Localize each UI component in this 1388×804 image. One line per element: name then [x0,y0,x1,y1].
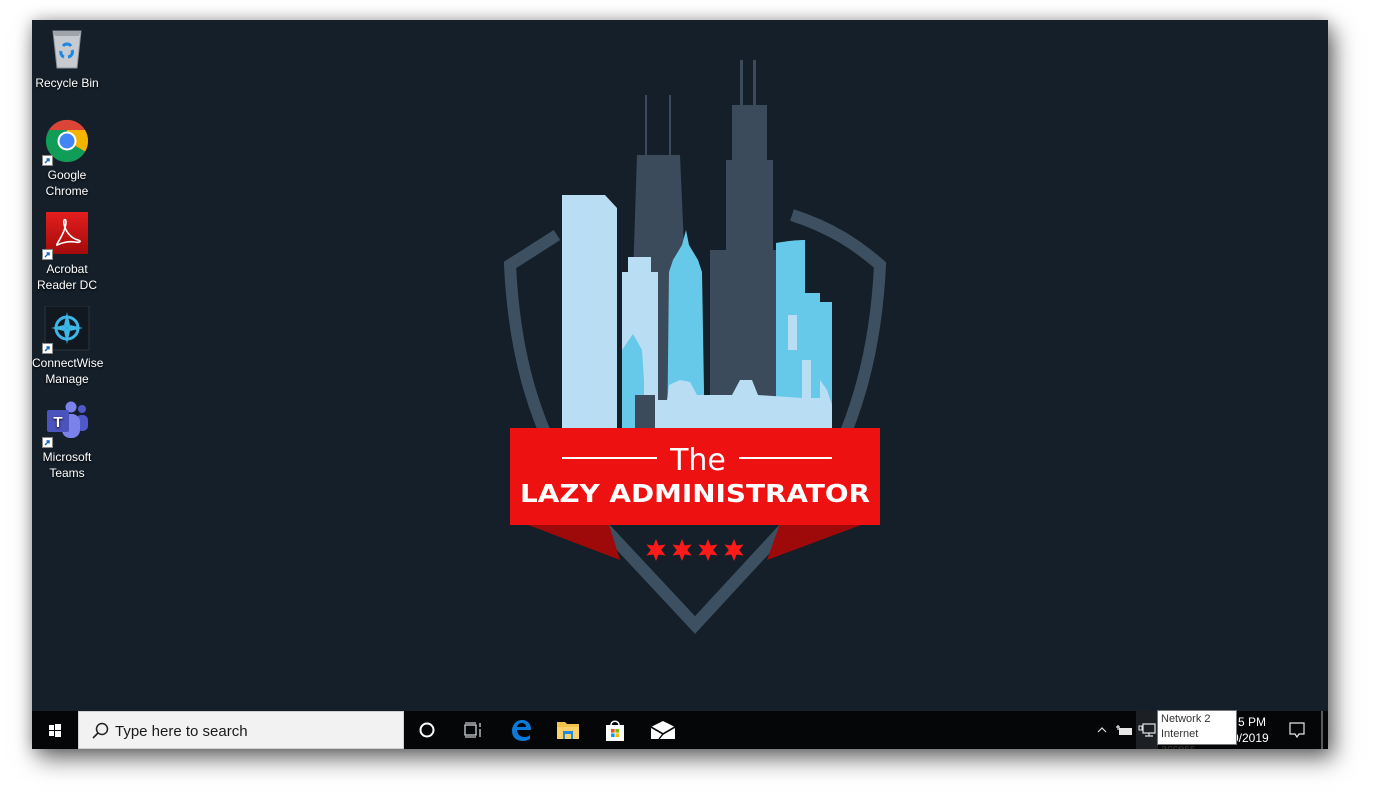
store-button[interactable] [592,711,638,749]
shortcut-arrow-icon [42,155,53,166]
shortcut-arrow-icon [42,343,53,354]
icon-label: Manage [45,372,89,386]
recycle-bin-icon [44,26,90,72]
task-view-icon [464,722,481,738]
icon-label: Recycle Bin [35,76,99,90]
shield-bottom [592,515,797,634]
acrobat-icon [42,212,90,260]
network-tooltip: Network 2 Internet access [1157,710,1237,749]
teams-icon: T [42,400,90,448]
task-view-button[interactable] [450,711,496,749]
icon-label: Teams [49,466,85,480]
taskbar: 5 PM 0/2019 [32,711,1328,749]
star-icon [672,539,692,561]
taskbar-search-box[interactable] [78,711,404,749]
icon-label: Acrobat [46,262,88,276]
edge-button[interactable] [498,711,544,749]
star-icon [698,539,718,561]
desktop-icon-recycle-bin[interactable]: Recycle Bin [32,26,102,91]
chrome-icon [42,118,90,166]
chicago-stars [646,539,744,561]
edge-icon [512,720,531,741]
clock-time: 5 PM [1238,715,1267,729]
star-icon [724,539,744,561]
start-button[interactable] [32,711,78,749]
star-icon [646,539,666,561]
tooltip-line-1: Network 2 [1161,713,1211,725]
icon-label: Reader DC [36,278,98,292]
windows-logo-icon [49,724,61,737]
chevron-up-icon [1097,727,1107,733]
search-input[interactable] [115,720,395,742]
store-icon [606,720,624,741]
power-tray-button[interactable] [1113,711,1135,749]
mail-icon [650,721,676,740]
desktop-icon-connectwise-manage[interactable]: ConnectWise Manage [32,305,104,387]
show-desktop-button[interactable] [1321,711,1323,749]
cortana-button[interactable] [404,711,450,749]
search-icon [92,722,109,739]
taskbar-clock[interactable]: 5 PM 0/2019 [1232,714,1269,746]
connectwise-icon [42,305,90,354]
icon-label: Chrome [45,184,89,198]
battery-plug-icon [1116,725,1132,735]
icon-label: Google [47,168,87,182]
circle-icon [419,722,435,738]
folder-icon [557,722,579,739]
left-light-tower [562,195,617,450]
clock-date: 0/2019 [1232,731,1269,745]
notification-icon [1289,722,1305,739]
tooltip-line-2: Internet access [1161,728,1199,749]
network-tray-button[interactable] [1136,711,1158,749]
wallpaper-logo: The LAZY ADMINISTRATOR [503,60,887,634]
mail-button[interactable] [640,711,686,749]
desktop-icon-google-chrome[interactable]: Google Chrome [32,118,102,199]
icon-label: Microsoft [42,450,92,464]
logo-title-main: LAZY ADMINISTRATOR [520,479,870,508]
desktop-screen: Recycle Bin Google Chrome Acrobat Reader… [32,20,1328,749]
show-hidden-icons-button[interactable] [1092,711,1112,749]
desktop-icon-microsoft-teams[interactable]: T Microsoft Teams [32,400,102,481]
icon-label: ConnectWise [32,356,104,370]
shortcut-arrow-icon [42,249,53,260]
file-explorer-button[interactable] [545,711,591,749]
desktop-icon-acrobat-reader[interactable]: Acrobat Reader DC [32,212,102,293]
network-wired-icon [1138,723,1156,737]
shortcut-arrow-icon [42,437,53,448]
svg-text:T: T [53,414,62,431]
action-center-button[interactable] [1282,711,1312,749]
logo-title-small: The [669,443,726,478]
